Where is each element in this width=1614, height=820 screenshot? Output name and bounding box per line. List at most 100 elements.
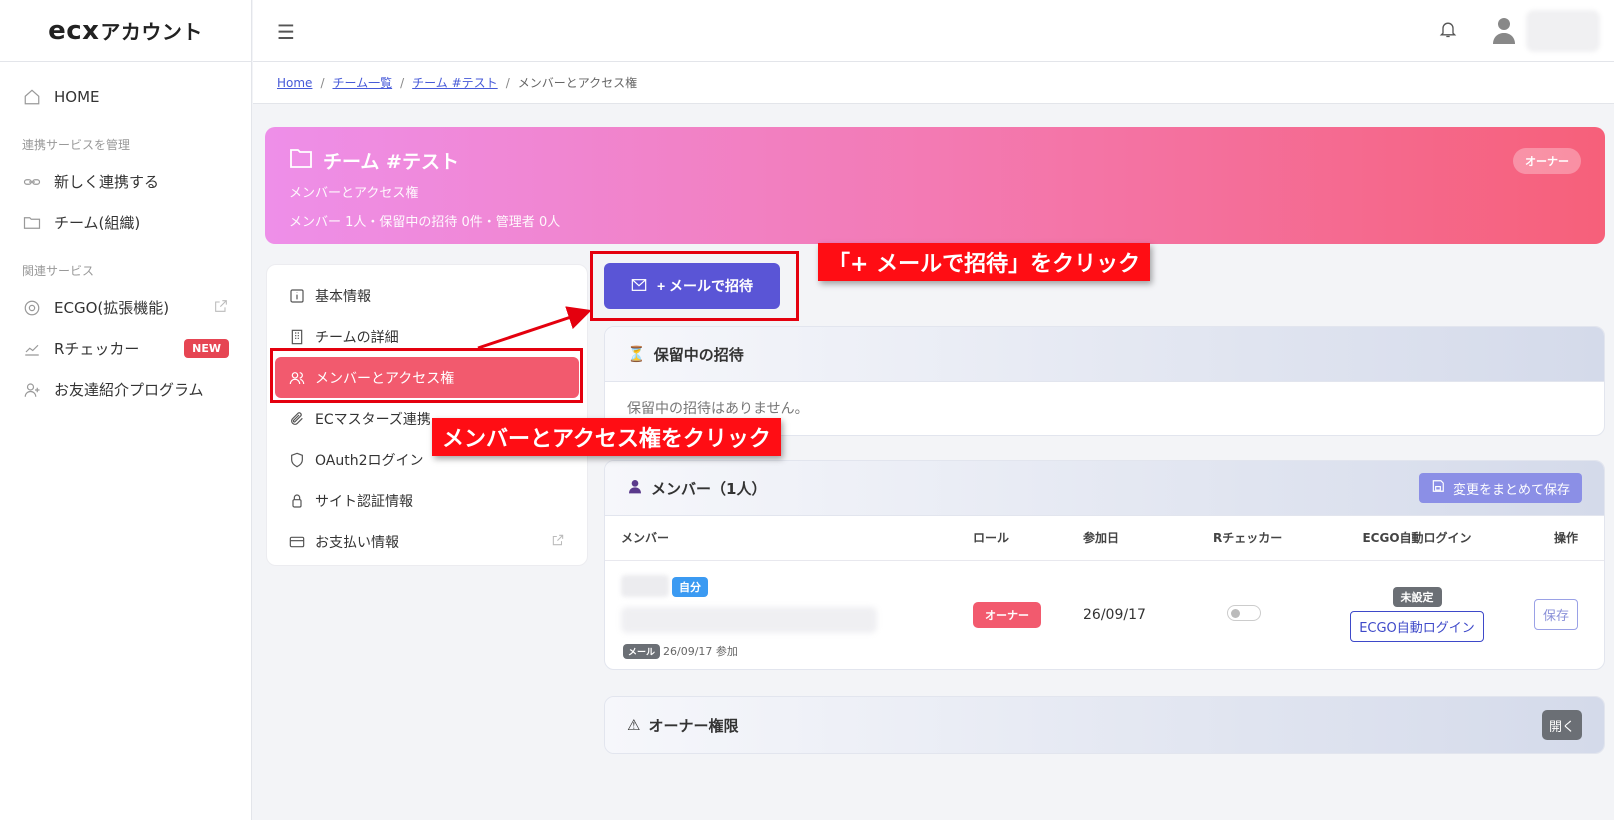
sidebar-item-label: お友達紹介プログラム xyxy=(54,381,204,399)
save-all-changes-button[interactable]: 変更をまとめて保存 xyxy=(1418,473,1582,503)
menu-item-label: ECマスターズ連携 xyxy=(315,411,431,428)
shield-icon xyxy=(289,452,307,468)
save-all-label: 変更をまとめて保存 xyxy=(1452,482,1570,498)
menu-item-label: お支払い情報 xyxy=(315,534,399,551)
owner-permissions-card: ⚠ オーナー権限 開く xyxy=(604,696,1605,754)
hamburger-menu-icon[interactable]: ☰ xyxy=(277,20,295,44)
sidebar-section-manage: 連携サービスを管理 xyxy=(22,138,131,152)
lock-icon xyxy=(289,493,307,509)
member-email-blurred xyxy=(621,606,877,633)
menu-item-label: OAuth2ログイン xyxy=(315,452,424,469)
menu-item-payment[interactable]: お支払い情報 xyxy=(275,521,579,562)
team-stats: メンバー 1人・保留中の招待 0件・管理者 0人 xyxy=(289,215,561,230)
sidebar-item-new-link[interactable]: 新しく連携する xyxy=(0,161,251,202)
team-settings-menu: 基本情報 チームの詳細 メンバーとアクセス権 ECマスターズ連携 OAuth2ロ… xyxy=(266,264,588,566)
user-name-blurred[interactable] xyxy=(1526,10,1600,52)
invite-callout: 「+ メールで招待」をクリック xyxy=(818,243,1151,281)
sidebar-section-related: 関連サービス xyxy=(22,264,95,278)
new-badge: NEW xyxy=(184,339,229,358)
external-link-icon xyxy=(551,533,565,551)
breadcrumb-separator: / xyxy=(400,75,405,90)
col-header-member: メンバー xyxy=(605,516,957,561)
col-header-joined: 参加日 xyxy=(1067,516,1197,561)
external-link-icon xyxy=(213,298,229,318)
menu-item-basic[interactable]: 基本情報 xyxy=(275,275,579,316)
hourglass-icon: ⏳ xyxy=(627,345,646,363)
sidebar-item-team[interactable]: チーム(組織) xyxy=(0,202,251,243)
sidebar-item-home[interactable]: HOME xyxy=(0,76,251,117)
sidebar-item-rchecker[interactable]: Rチェッカー NEW xyxy=(0,328,251,369)
owner-role-badge: オーナー xyxy=(1513,148,1581,174)
sidebar-item-label: 新しく連携する xyxy=(54,173,160,191)
save-icon xyxy=(1431,479,1445,497)
breadcrumb-current: メンバーとアクセス権 xyxy=(517,76,638,90)
breadcrumb-team-list-link[interactable]: チーム一覧 xyxy=(332,74,392,91)
member-joined-sub: 26/09/17 参加 xyxy=(663,644,738,658)
open-button[interactable]: 開く xyxy=(1542,710,1582,740)
member-info: 自分 メール 26/09/17 参加 xyxy=(621,561,941,669)
col-header-op: 操作 xyxy=(1507,516,1604,561)
members-table: メンバー ロール 参加日 Rチェッカー ECGO自動ログイン 操作 自分 メール… xyxy=(605,516,1604,669)
rchecker-cell xyxy=(1197,560,1327,669)
col-header-role: ロール xyxy=(957,516,1067,561)
hero-title-row: チーム #テスト xyxy=(289,147,1581,174)
breadcrumb-home-link[interactable]: Home xyxy=(277,76,312,90)
menu-item-site-auth[interactable]: サイト認証情報 xyxy=(275,480,579,521)
table-row: 自分 メール 26/09/17 参加 オーナー 26/09/17 未設定 ECG… xyxy=(605,560,1604,669)
mail-badge: メール xyxy=(623,643,661,659)
side-nav: HOME 連携サービスを管理 新しく連携する チーム(組織) 関連サービス EC… xyxy=(0,62,251,424)
op-cell: 保存 xyxy=(1507,560,1604,669)
sidebar-item-ecgo[interactable]: ECGO(拡張機能) xyxy=(0,287,251,328)
breadcrumb-team-link[interactable]: チーム #テスト xyxy=(412,74,498,91)
pending-invites-header: ⏳ 保留中の招待 xyxy=(605,327,1604,382)
members-header: メンバー（1人） 変更をまとめて保存 xyxy=(605,461,1604,516)
credit-card-icon xyxy=(289,534,307,550)
app-logo[interactable]: ecx アカウント xyxy=(0,0,251,62)
members-callout: メンバーとアクセス権をクリック xyxy=(432,418,781,456)
sidebar-item-label: HOME xyxy=(54,87,100,106)
team-hero-banner: チーム #テスト メンバーとアクセス権 メンバー 1人・保留中の招待 0件・管理… xyxy=(265,127,1605,244)
breadcrumb: Home / チーム一覧 / チーム #テスト / メンバーとアクセス権 xyxy=(253,62,1614,104)
ecgo-cell: 未設定 ECGO自動ログイン xyxy=(1327,560,1507,669)
joined-cell: 26/09/17 xyxy=(1083,606,1146,623)
ecgo-status-badge: 未設定 xyxy=(1392,587,1442,607)
user-avatar-icon[interactable] xyxy=(1488,14,1520,46)
team-title: チーム #テスト xyxy=(323,151,459,173)
rchecker-toggle[interactable] xyxy=(1227,604,1261,621)
owner-permissions-header: ⚠ オーナー権限 開く xyxy=(605,697,1604,753)
row-save-button[interactable]: 保存 xyxy=(1533,599,1578,630)
folder-icon xyxy=(22,213,42,233)
menu-item-label: チームの詳細 xyxy=(315,329,399,346)
sidebar-item-referral[interactable]: お友達紹介プログラム xyxy=(0,369,251,410)
breadcrumb-separator: / xyxy=(320,75,325,90)
building-icon xyxy=(289,329,307,345)
sidebar-item-label: ECGO(拡張機能) xyxy=(54,299,170,317)
col-header-rchecker: Rチェッカー xyxy=(1197,516,1327,561)
owner-permissions-title: オーナー権限 xyxy=(648,716,739,735)
team-subtitle: メンバーとアクセス権 xyxy=(289,186,419,201)
info-icon xyxy=(289,288,307,304)
bell-icon[interactable] xyxy=(1438,18,1458,44)
sidebar-item-label: チーム(組織) xyxy=(54,214,141,232)
chart-line-icon xyxy=(22,339,42,359)
breadcrumb-separator: / xyxy=(505,75,510,90)
role-badge: オーナー xyxy=(973,601,1041,628)
link-icon xyxy=(22,172,42,192)
warning-icon: ⚠ xyxy=(627,716,641,734)
chrome-icon xyxy=(22,298,42,318)
self-badge: 自分 xyxy=(672,576,708,597)
menu-item-label: 基本情報 xyxy=(315,288,371,305)
members-table-header-row: メンバー ロール 参加日 Rチェッカー ECGO自動ログイン 操作 xyxy=(605,516,1604,561)
sidebar: ecx アカウント HOME 連携サービスを管理 新しく連携する チーム(組織)… xyxy=(0,0,252,820)
ecgo-auto-login-button[interactable]: ECGO自動ログイン xyxy=(1350,611,1484,642)
topbar: ☰ xyxy=(253,0,1614,62)
members-menu-highlight-box xyxy=(270,348,583,403)
invite-highlight-box xyxy=(590,251,799,321)
logo-text: アカウント xyxy=(100,20,203,44)
member-cell: 自分 メール 26/09/17 参加 xyxy=(605,560,957,669)
member-name-blurred xyxy=(621,574,669,597)
folder-icon xyxy=(289,147,313,174)
role-cell: オーナー xyxy=(957,560,1067,669)
user-icon xyxy=(627,477,643,499)
logo-ecx: ecx xyxy=(48,15,100,46)
